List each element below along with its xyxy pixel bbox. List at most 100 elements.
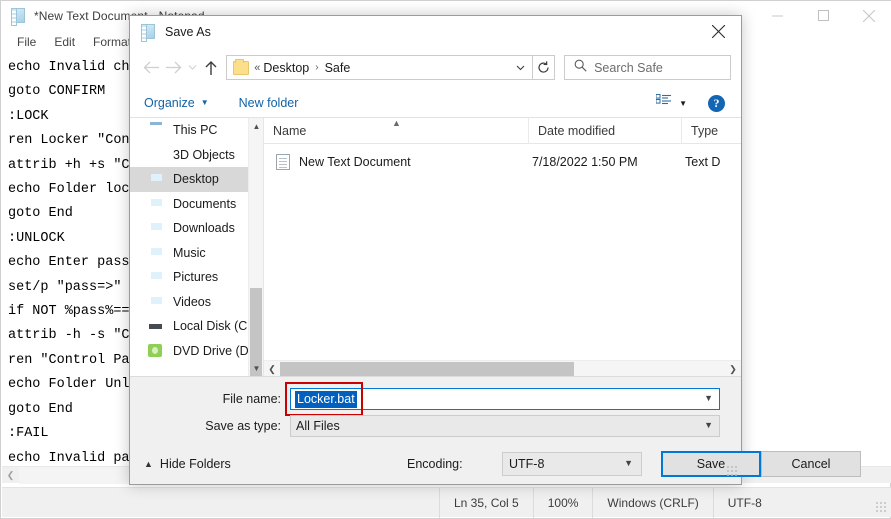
file-type: Text D (685, 155, 721, 169)
view-options-icon (655, 94, 672, 112)
view-options-button[interactable]: ▼ (655, 88, 687, 118)
forward-arrow-icon[interactable] (162, 54, 184, 82)
encoding-select[interactable]: UTF-8 ▼ (502, 452, 642, 476)
close-icon[interactable] (696, 16, 741, 47)
scrollbar-thumb[interactable] (280, 362, 574, 376)
maximize-icon[interactable] (800, 1, 846, 30)
breadcrumb-safe[interactable]: Safe (325, 61, 351, 75)
nav-item-dvd-drive[interactable]: DVD Drive (D:) E: (130, 339, 263, 364)
new-folder-button[interactable]: New folder (239, 96, 299, 110)
column-header-type[interactable]: Type (681, 117, 741, 144)
chevron-down-icon: ▼ (624, 458, 633, 468)
dvd-drive-icon (148, 343, 165, 359)
documents-folder-icon (148, 196, 165, 212)
filename-input[interactable]: Locker.bat ▼ (290, 388, 720, 410)
close-icon[interactable] (846, 1, 891, 30)
dialog-form: File name: Locker.bat ▼ Save as type: Al… (130, 376, 861, 479)
help-button[interactable]: ? (708, 88, 725, 118)
nav-item-label: Local Disk (C:) (173, 319, 255, 334)
nav-item-music[interactable]: Music (130, 241, 263, 266)
organize-button[interactable]: Organize ▼ (144, 96, 209, 110)
dialog-actions-row: ▲ Hide Folders Encoding: UTF-8 ▼ Save Ca… (130, 449, 861, 479)
navigation-pane-scrollbar[interactable]: ▲ ▼ (248, 118, 263, 376)
scroll-right-icon[interactable]: ❯ (725, 361, 741, 377)
status-position: Ln 35, Col 5 (454, 495, 519, 510)
menu-edit[interactable]: Edit (45, 33, 84, 51)
downloads-folder-icon (148, 220, 165, 236)
pictures-folder-icon (148, 269, 165, 285)
breadcrumb-overflow[interactable]: « (254, 62, 260, 74)
breadcrumb-desktop[interactable]: Desktop (263, 61, 309, 75)
column-header-name[interactable]: Name ▲ (264, 118, 528, 144)
up-arrow-icon[interactable] (199, 54, 223, 82)
column-label: Name (273, 123, 307, 138)
status-encoding: UTF-8 (727, 495, 762, 510)
file-list-horizontal-scrollbar[interactable]: ❮ ❯ (264, 360, 741, 376)
nav-item-label: Documents (173, 196, 237, 211)
filename-value: Locker.bat (295, 390, 357, 408)
table-row[interactable]: New Text Document 7/18/2022 1:50 PM Text… (264, 150, 741, 174)
dialog-titlebar[interactable]: Save As (130, 16, 741, 47)
hide-folders-label: Hide Folders (159, 457, 231, 471)
nav-item-downloads[interactable]: Downloads (130, 216, 263, 241)
nav-item-label: Desktop (173, 172, 219, 187)
status-zoom: 100% (547, 495, 579, 510)
filetype-label: Save as type: (205, 419, 281, 433)
nav-item-local-disk[interactable]: Local Disk (C:) (130, 314, 263, 339)
scroll-left-icon[interactable]: ❮ (264, 361, 280, 377)
file-name: New Text Document (299, 155, 411, 169)
scroll-down-icon[interactable]: ▼ (249, 360, 263, 376)
new-folder-label: New folder (238, 95, 299, 110)
folder-icon (233, 58, 250, 75)
chevron-down-icon[interactable]: ▼ (704, 393, 713, 403)
nav-item-documents[interactable]: Documents (130, 192, 263, 217)
file-date-modified: 7/18/2022 1:50 PM (532, 155, 638, 169)
encoding-label: Encoding: (407, 457, 463, 471)
chevron-down-icon: ▼ (704, 420, 713, 430)
nav-item-label: 3D Objects (173, 147, 235, 162)
nav-item-label: Pictures (173, 270, 219, 285)
navigation-pane: This PC 3D Objects Desktop Documents Dow… (130, 118, 263, 376)
status-line-ending: Windows (CRLF) (607, 495, 699, 510)
nav-item-label: Music (173, 245, 206, 260)
search-icon (574, 59, 587, 77)
recent-locations-icon[interactable] (185, 54, 199, 82)
column-label: Date modified (538, 123, 616, 138)
menu-file[interactable]: File (8, 33, 45, 51)
chevron-up-icon: ▲ (144, 459, 153, 469)
filetype-select[interactable]: All Files ▼ (290, 415, 720, 437)
nav-item-desktop[interactable]: Desktop (130, 167, 263, 192)
breadcrumb-separator: › (315, 62, 319, 73)
resize-grip[interactable] (726, 465, 737, 476)
column-header-date-modified[interactable]: Date modified (528, 117, 681, 144)
encoding-value: UTF-8 (509, 457, 545, 471)
refresh-icon[interactable] (533, 55, 556, 80)
nav-item-videos[interactable]: Videos (130, 290, 263, 315)
nav-item-this-pc[interactable]: This PC (130, 118, 263, 143)
back-arrow-icon[interactable] (140, 54, 162, 82)
cancel-button[interactable]: Cancel (761, 451, 861, 477)
minimize-icon[interactable] (754, 1, 800, 30)
filetype-value: All Files (296, 419, 340, 433)
save-button[interactable]: Save (661, 451, 761, 477)
dialog-title: Save As (165, 24, 211, 39)
scroll-up-icon[interactable]: ▲ (249, 118, 263, 134)
column-label: Type (691, 123, 719, 138)
search-input[interactable]: Search Safe (564, 55, 731, 80)
notepad-icon (10, 7, 26, 26)
save-as-dialog: Save As « Desktop › Safe Search Safe Org… (129, 15, 861, 485)
file-list: New Text Document 7/18/2022 1:50 PM Text… (264, 144, 741, 174)
column-header-row: Name ▲ Date modified Type (264, 117, 741, 144)
address-bar[interactable]: « Desktop › Safe (226, 55, 534, 80)
nav-item-label: Videos (173, 294, 211, 309)
desktop-folder-icon (148, 171, 165, 187)
nav-item-label: This PC (173, 123, 218, 138)
hide-folders-button[interactable]: ▲ Hide Folders (144, 457, 231, 471)
chevron-down-icon[interactable] (508, 56, 532, 79)
resize-grip[interactable] (875, 501, 887, 513)
nav-item-pictures[interactable]: Pictures (130, 265, 263, 290)
music-folder-icon (148, 245, 165, 261)
scroll-left-icon[interactable]: ❮ (2, 467, 19, 484)
nav-item-3d-objects[interactable]: 3D Objects (130, 143, 263, 168)
organize-label: Organize (144, 95, 195, 110)
